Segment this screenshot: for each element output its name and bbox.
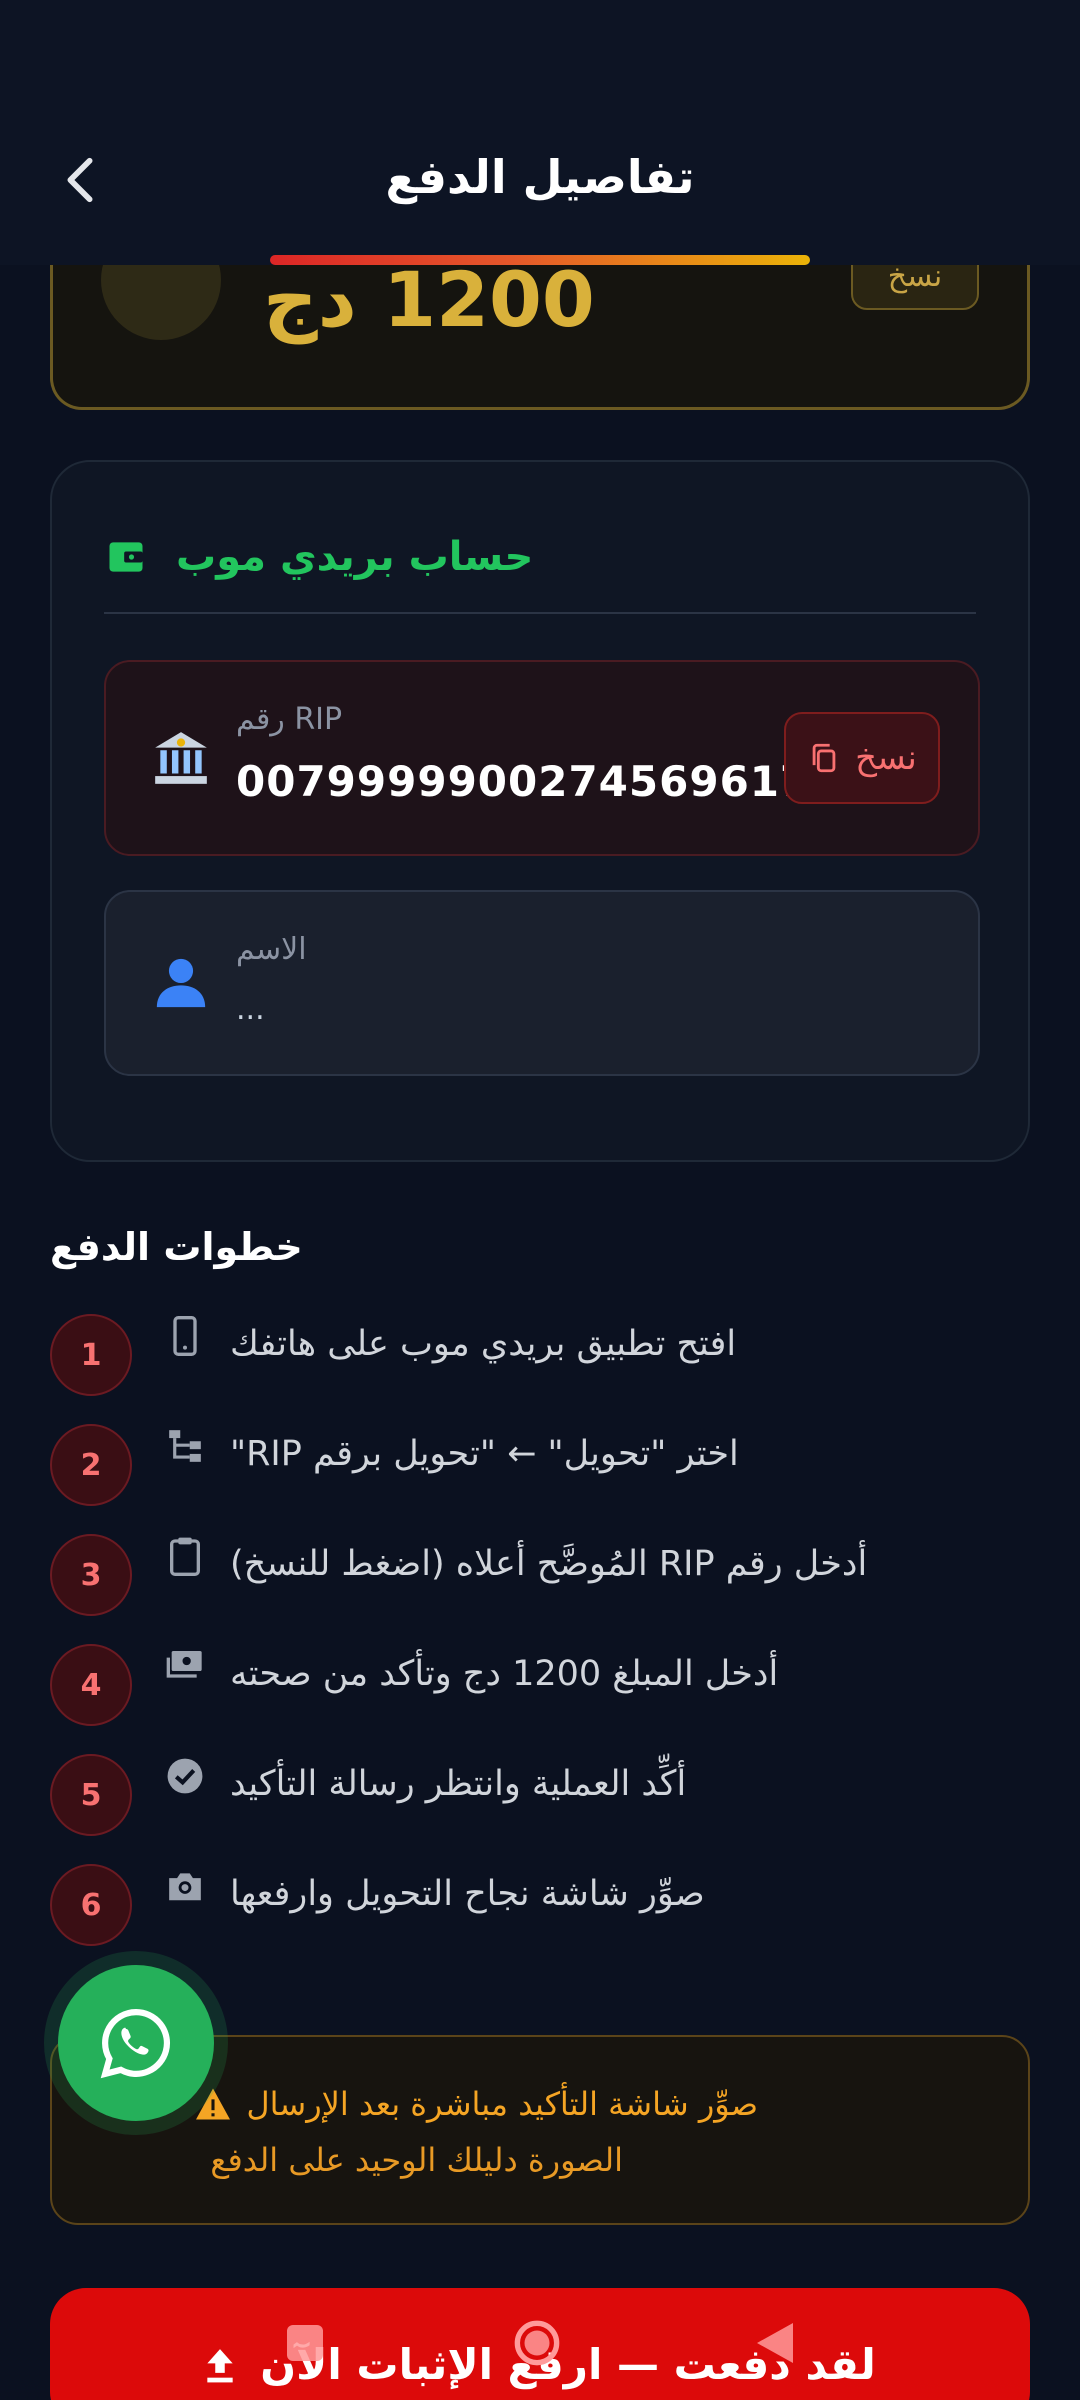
copy-icon <box>812 743 836 773</box>
whatsapp-icon <box>100 2009 171 2079</box>
step-item: 5 أكِّد العملية وانتظر رسالة التأكيد <box>50 1754 1030 1836</box>
step-text: أكِّد العملية وانتظر رسالة التأكيد <box>230 1764 687 1804</box>
system-nav-bar <box>0 2310 1080 2400</box>
home-nav-button[interactable] <box>512 2318 562 2368</box>
phone-icon <box>165 1314 205 1358</box>
step-text: صوِّر شاشة نجاح التحويل وارفعها <box>230 1874 705 1914</box>
account-title: حساب بريدي موب <box>176 534 534 580</box>
step-text: أدخل المبلغ 1200 دج وتأكد من صحته <box>230 1654 779 1694</box>
warning-icon <box>196 2088 231 2120</box>
app-header: تفاصيل الدفع <box>0 0 1080 265</box>
step-number: 4 <box>50 1644 132 1726</box>
check-circle-icon <box>165 1754 205 1798</box>
warning-line-2: الصورة دليلك الوحيد على الدفع <box>210 2141 623 2179</box>
user-icon <box>146 948 216 1018</box>
account-card: حساب بريدي موب رقم RIP 00799999002745696… <box>50 460 1030 1162</box>
step-text: أدخل رقم RIP المُوضَّح أعلاه (اضغط للنسخ… <box>230 1544 868 1584</box>
divider <box>104 612 976 614</box>
rip-field: رقم RIP 00799999002745696174 نسخ <box>104 660 980 856</box>
step-number: 3 <box>50 1534 132 1616</box>
step-item: 3 أدخل رقم RIP المُوضَّح أعلاه (اضغط للن… <box>50 1534 1030 1616</box>
triangle-back-icon <box>757 2323 793 2363</box>
amount-value: 1200 دج <box>263 255 595 344</box>
rip-label: رقم RIP <box>236 702 343 737</box>
transfer-icon <box>165 1424 205 1468</box>
whatsapp-button[interactable] <box>58 1965 214 2121</box>
step-item: 1 افتح تطبيق بريدي موب على هاتفك <box>50 1314 1030 1396</box>
name-label: الاسم <box>236 932 307 967</box>
step-text: اختر "تحويل" ← "تحويل برقم RIP" <box>230 1434 739 1474</box>
step-item: 6 صوِّر شاشة نجاح التحويل وارفعها <box>50 1864 1030 1946</box>
name-value: ... <box>236 992 265 1027</box>
step-number: 1 <box>50 1314 132 1396</box>
wallet-icon <box>109 542 143 572</box>
back-nav-button[interactable] <box>750 2318 800 2368</box>
square-icon <box>287 2325 323 2361</box>
step-item: 2 اختر "تحويل" ← "تحويل برقم RIP" <box>50 1424 1030 1506</box>
bank-icon <box>146 723 216 793</box>
step-number: 6 <box>50 1864 132 1946</box>
step-text: افتح تطبيق بريدي موب على هاتفك <box>230 1324 737 1364</box>
copy-rip-button[interactable]: نسخ <box>784 712 940 804</box>
account-header: حساب بريدي موب <box>104 517 976 597</box>
step-item: 4 أدخل المبلغ 1200 دج وتأكد من صحته <box>50 1644 1030 1726</box>
steps-title: خطوات الدفع <box>50 1225 303 1269</box>
warning-text-1: صوِّر شاشة التأكيد مباشرة بعد الإرسال <box>246 2085 758 2123</box>
name-field: الاسم ... <box>104 890 980 1076</box>
circle-icon <box>514 2320 560 2366</box>
cash-icon <box>165 1644 205 1688</box>
step-number: 5 <box>50 1754 132 1836</box>
camera-icon <box>165 1864 205 1908</box>
recents-nav-button[interactable] <box>280 2318 330 2368</box>
copy-rip-label: نسخ <box>855 738 917 778</box>
progress-bar <box>270 255 810 265</box>
clipboard-icon <box>165 1534 205 1578</box>
step-number: 2 <box>50 1424 132 1506</box>
rip-value[interactable]: 00799999002745696174 <box>236 757 840 806</box>
page-title: تفاصيل الدفع <box>385 150 695 204</box>
warning-line-1: صوِّر شاشة التأكيد مباشرة بعد الإرسال <box>194 2085 758 2123</box>
